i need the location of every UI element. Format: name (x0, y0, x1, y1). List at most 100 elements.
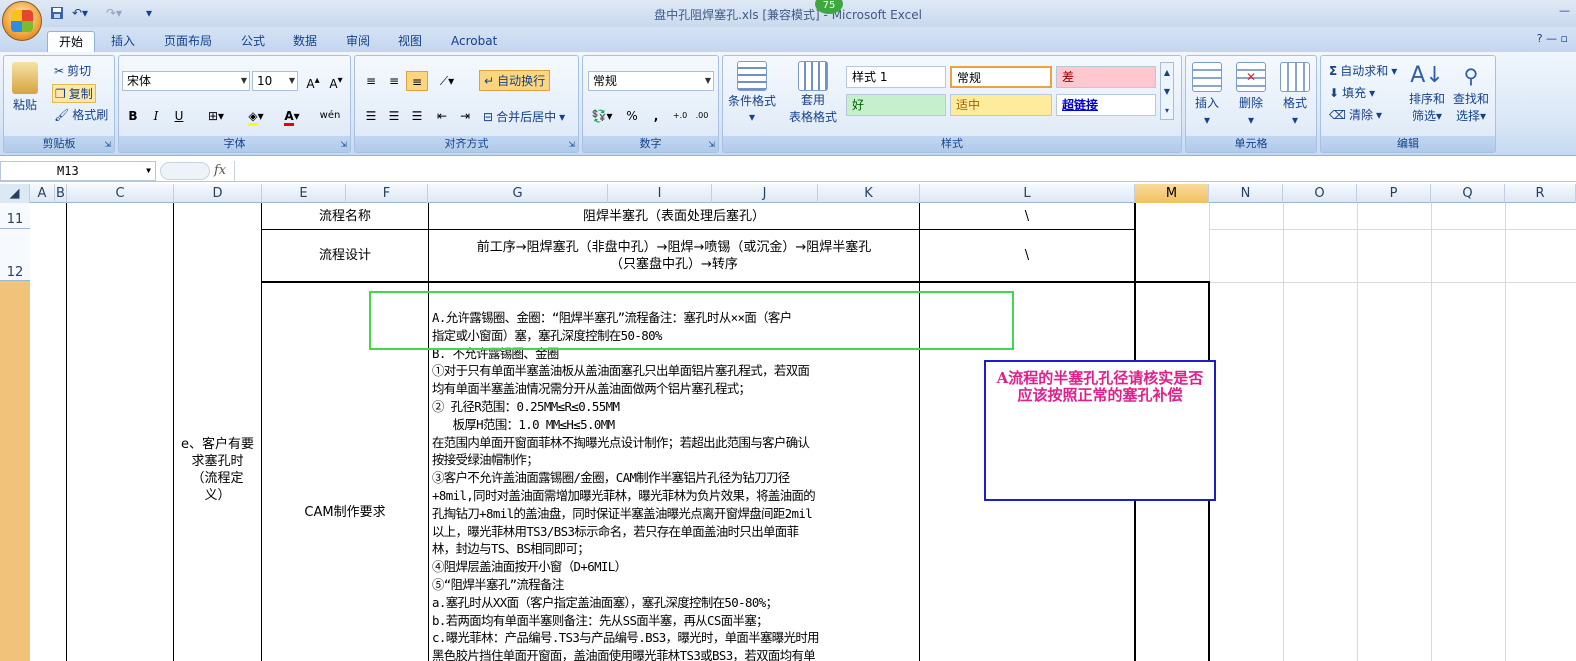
autosum-button[interactable]: Σ 自动求和 ▾ (1329, 62, 1397, 79)
decrease-decimal-button[interactable]: .00 (691, 106, 713, 126)
cell-G13-cam-requirement-text[interactable]: A.允许露锡圈、金圈：“阻焊半塞孔”流程备注：塞孔时从××面（客户 指定或小窗面… (432, 309, 917, 661)
delete-cells-button[interactable]: ✕ 删除 ▾ (1236, 62, 1266, 127)
font-dialog-launcher-icon[interactable]: ⇲ (340, 140, 347, 149)
copy-button[interactable]: ❐ 复制 (52, 84, 96, 103)
font-size-select[interactable]: 10 ▼ (252, 71, 298, 91)
insert-cells-button[interactable]: 插入 ▾ (1192, 62, 1222, 127)
column-header-Q[interactable]: Q (1431, 184, 1505, 203)
align-left-icon[interactable]: ☰ (360, 106, 382, 126)
align-middle-icon[interactable]: ≡ (383, 71, 405, 91)
column-header-P[interactable]: P (1357, 184, 1431, 203)
style-cell-bad[interactable]: 差 (1056, 66, 1156, 88)
column-header-B[interactable]: B (55, 184, 67, 203)
style-cell-neutral[interactable]: 适中 (950, 94, 1052, 116)
cell-G12-process-design[interactable]: 前工序→阻焊塞孔（非盘中孔）→阻焊→喷锡（或沉金）→阻焊半塞孔 （只塞盘中孔）→… (429, 230, 919, 281)
column-header-D[interactable]: D (174, 184, 262, 203)
styles-scroll-icon[interactable]: ▲ ▼ ▾ (1160, 62, 1174, 120)
conditional-format-button[interactable]: 条件格式 ▾ (728, 61, 776, 124)
merge-center-button[interactable]: ⊟ 合并后居中 ▾ (483, 108, 565, 125)
align-center-icon[interactable]: ☰ (383, 106, 405, 126)
tab-home[interactable]: 开始 (47, 31, 96, 52)
border-button[interactable]: ⊞▾ (199, 106, 233, 126)
align-right-icon[interactable]: ☰ (406, 106, 428, 126)
shrink-font-button[interactable]: A▾ (325, 71, 347, 91)
align-top-icon[interactable]: ≡ (360, 71, 382, 91)
tab-review[interactable]: 审阅 (335, 31, 381, 52)
format-cells-button[interactable]: 格式 ▾ (1280, 62, 1310, 127)
tab-view[interactable]: 视图 (387, 31, 433, 52)
column-header-M[interactable]: M (1135, 184, 1209, 203)
cell-G11-process-name[interactable]: 阻焊半塞孔（表面处理后塞孔） (429, 204, 919, 229)
cell-E11-process-name-label[interactable]: 流程名称 (262, 204, 428, 229)
tab-data[interactable]: 数据 (282, 31, 328, 52)
column-header-F[interactable]: F (346, 184, 428, 203)
increase-indent-icon[interactable]: ⇥ (454, 106, 476, 126)
column-header-N[interactable]: N (1209, 184, 1283, 203)
underline-button[interactable]: U (168, 106, 190, 126)
select-all-corner[interactable]: ◢ (0, 184, 30, 203)
cell-D-customer-requirement[interactable]: e、客户有要 求塞孔时 （流程定 义） (174, 420, 261, 520)
column-header-G[interactable]: G (428, 184, 608, 203)
cell-L11[interactable]: \ (920, 204, 1134, 229)
align-bottom-icon[interactable]: ≡ (406, 71, 428, 91)
cell-E12-process-design-label[interactable]: 流程设计 (262, 230, 428, 281)
format-as-table-button[interactable]: 套用 表格格式 (789, 61, 837, 125)
column-header-J[interactable]: J (712, 184, 818, 203)
font-name-select[interactable]: 宋体 ▼ (122, 71, 250, 91)
bold-button[interactable]: B (122, 106, 144, 126)
name-box[interactable]: M13 ▼ (0, 161, 156, 181)
formula-input[interactable] (234, 161, 1574, 181)
wrap-text-button[interactable]: ↵ 自动换行 (479, 70, 551, 91)
column-header-I[interactable]: I (608, 184, 712, 203)
dialog-launcher-icon[interactable]: ⇲ (104, 140, 111, 149)
row-header-11[interactable]: 11 (0, 203, 30, 229)
style-cell-style1[interactable]: 样式 1 (846, 66, 946, 88)
cell-E13-cam-requirement-label[interactable]: CAM制作要求 (262, 500, 428, 524)
increase-decimal-button[interactable]: +.0 (669, 106, 691, 126)
paste-button[interactable]: 粘贴 (12, 62, 38, 113)
percent-button[interactable]: % (621, 106, 643, 126)
tab-page-layout[interactable]: 页面布局 (153, 31, 223, 52)
column-header-O[interactable]: O (1283, 184, 1357, 203)
currency-icon[interactable]: 💱▾ (588, 106, 616, 126)
italic-button[interactable]: I (145, 106, 167, 126)
cut-button[interactable]: ✂ 剪切 (54, 62, 91, 79)
help-icon[interactable]: ? — ▫ (1537, 32, 1568, 45)
fill-color-button[interactable]: ◈▾ (239, 106, 273, 126)
highlight-rectangle[interactable] (369, 291, 1014, 350)
format-painter-button[interactable]: 🖌 格式刷 (54, 106, 108, 123)
number-dialog-launcher-icon[interactable]: ⇲ (708, 140, 715, 149)
decrease-indent-icon[interactable]: ⇤ (431, 106, 453, 126)
tab-formulas[interactable]: 公式 (230, 31, 276, 52)
column-header-L[interactable]: L (920, 184, 1135, 203)
office-button[interactable] (2, 1, 42, 41)
style-cell-good[interactable]: 好 (846, 94, 946, 116)
cell-L12[interactable]: \ (920, 230, 1134, 281)
column-header-K[interactable]: K (818, 184, 920, 203)
sort-filter-button[interactable]: A↓ 排序和 筛选▾ (1409, 62, 1445, 124)
comma-button[interactable]: , (645, 106, 667, 126)
insert-function-icon[interactable]: fx (214, 163, 226, 178)
tab-acrobat[interactable]: Acrobat (440, 31, 508, 52)
row-header-12[interactable]: 12 (0, 229, 30, 281)
window-minimize-icon[interactable]: — (1559, 4, 1570, 17)
number-format-select[interactable]: 常规 ▼ (588, 71, 714, 91)
font-color-button[interactable]: A▾ (275, 106, 309, 126)
copy-icon: ❐ (55, 86, 66, 101)
column-header-E[interactable]: E (262, 184, 346, 203)
style-cell-hyperlink[interactable]: 超链接 (1056, 94, 1156, 116)
column-header-A[interactable]: A (30, 184, 55, 203)
style-cell-normal[interactable]: 常规 (950, 66, 1052, 88)
comment-textbox[interactable]: A流程的半塞孔孔径请核实是否应该按照正常的塞孔补偿 (984, 360, 1216, 501)
grow-font-button[interactable]: A▴ (302, 71, 324, 91)
clear-button[interactable]: ⌫ 清除 ▾ (1329, 106, 1382, 123)
fill-button[interactable]: ⬇ 填充 ▾ (1329, 84, 1375, 101)
alignment-dialog-launcher-icon[interactable]: ⇲ (568, 140, 575, 149)
column-header-C[interactable]: C (67, 184, 174, 203)
tab-insert[interactable]: 插入 (100, 31, 146, 52)
column-header-R[interactable]: R (1505, 184, 1576, 203)
orientation-icon[interactable]: ⟋▾ (431, 71, 463, 91)
formula-expand-icon[interactable] (160, 162, 210, 180)
find-select-button[interactable]: ⚲ 查找和 选择▾ (1453, 62, 1489, 124)
phonetic-button[interactable]: wén (313, 106, 347, 126)
